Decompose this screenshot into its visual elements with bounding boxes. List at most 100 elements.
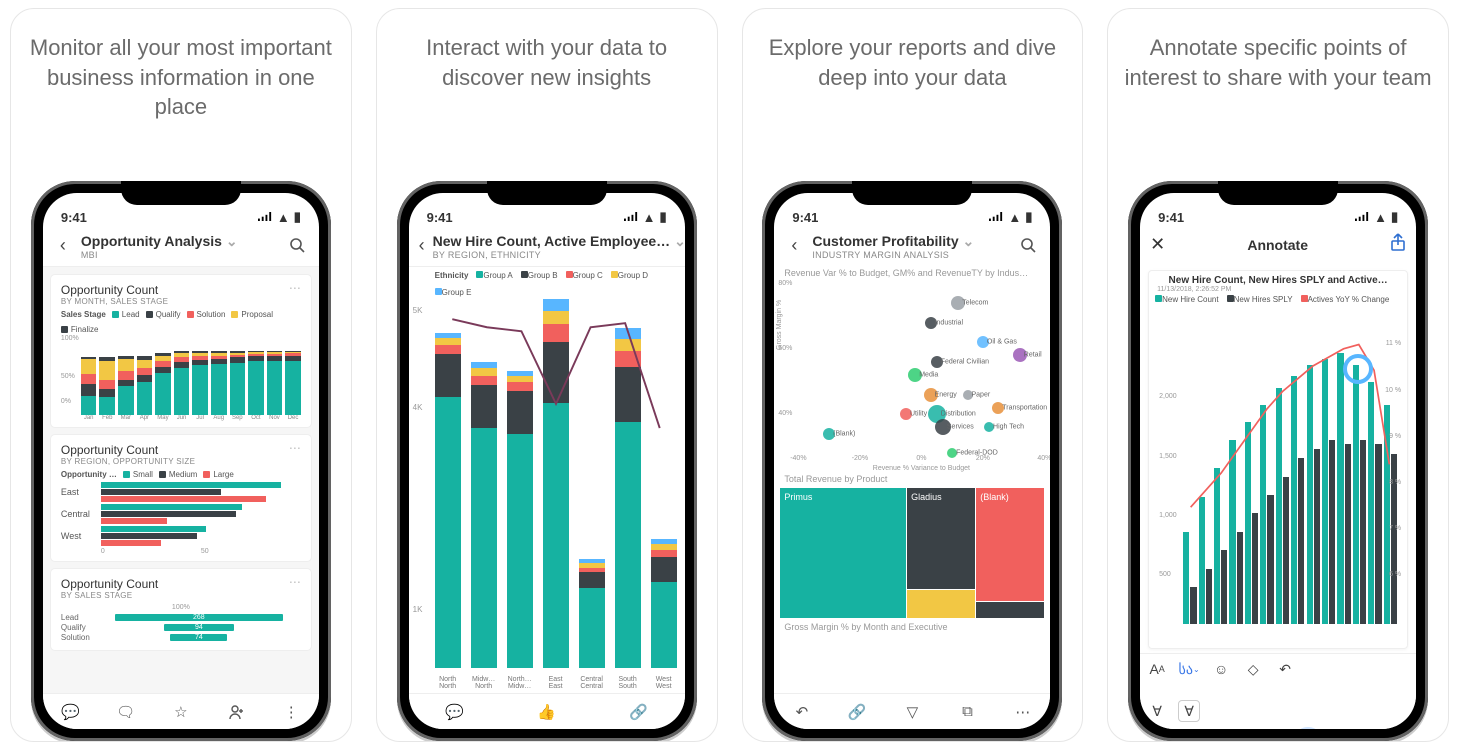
close-icon[interactable]: ✕ <box>1150 234 1165 255</box>
phone-mockup: 9:41 ▲▮ ‹ New Hire Count, Active Employe… <box>397 181 697 741</box>
status-time: 9:41 <box>427 210 453 225</box>
screenshot-panel: Interact with your data to discover new … <box>376 8 718 742</box>
link-icon[interactable]: 🔗 <box>629 702 649 722</box>
insights-icon[interactable]: 👍 <box>537 702 557 722</box>
funnel-100-label: 100% <box>61 604 301 611</box>
wifi-icon: ▲ <box>1008 210 1021 225</box>
bottom-nav: 💬 👍 🔗 <box>409 693 685 729</box>
more-icon[interactable]: ⋯ <box>1013 702 1033 722</box>
chart-legend: EthnicityGroup AGroup BGroup CGroup DGro… <box>435 271 677 299</box>
line-overlay <box>435 299 677 541</box>
status-time: 9:41 <box>61 210 87 225</box>
chart-title: Total Revenue by Product <box>774 472 1050 486</box>
battery-icon: ▮ <box>659 209 666 225</box>
share-icon[interactable] <box>1390 233 1406 256</box>
signal-icon <box>1355 212 1370 222</box>
search-icon[interactable] <box>1018 235 1038 255</box>
annotation-circle[interactable] <box>1343 354 1373 384</box>
undo-tool-icon[interactable]: ↶ <box>1274 658 1296 680</box>
wifi-icon: ▲ <box>1374 210 1387 225</box>
chart-card-stacked-columns[interactable]: ⋯ Opportunity Count BY MONTH, SALES STAG… <box>51 275 311 427</box>
back-icon[interactable]: ‹ <box>784 235 804 255</box>
report-header: ‹ Opportunity Analysis ⌄ MBI <box>43 227 319 267</box>
battery-icon: ▮ <box>1391 209 1398 225</box>
screenshot-panel: Explore your reports and dive deep into … <box>742 8 1084 742</box>
screenshot-panel: Monitor all your most important business… <box>10 8 352 742</box>
stacked-column-chart: 100% 50% 0% <box>61 337 301 415</box>
invite-icon[interactable] <box>226 702 246 722</box>
bottom-nav: 💬 🗨 ☆ ⋮ <box>43 693 319 729</box>
chart-card-funnel[interactable]: ⋯ Opportunity Count BY SALES STAGE 100% … <box>51 569 311 650</box>
emoji-tool-icon[interactable]: ☺ <box>1210 658 1232 680</box>
status-icons: ▲ ▮ <box>258 209 301 225</box>
caption: Interact with your data to discover new … <box>391 33 703 143</box>
treemap-chart[interactable]: PrimusGladius(Blank) <box>780 488 1044 618</box>
chart-title: Revenue Var % to Budget, GM% and Revenue… <box>774 266 1050 280</box>
undo-icon[interactable]: ↶ <box>792 702 812 722</box>
card-subtitle: BY MONTH, SALES STAGE <box>61 297 301 306</box>
card-subtitle: BY REGION, OPPORTUNITY SIZE <box>61 457 301 466</box>
report-header: ‹ New Hire Count, Active Employee… ⌄ BY … <box>409 227 685 267</box>
stamp-down-tool-icon[interactable]: ∀ <box>1146 700 1168 722</box>
report-header: ‹ Customer Profitability ⌄ INDUSTRY MARG… <box>774 227 1050 266</box>
chart-legend: New Hire CountNew Hires SPLYActives YoY … <box>1149 293 1407 308</box>
chart-card-grouped-hbar[interactable]: ⋯ Opportunity Count BY REGION, OPPORTUNI… <box>51 435 311 561</box>
card-more-icon[interactable]: ⋯ <box>289 281 303 295</box>
annotated-combo-chart[interactable]: 2,000 1,500 1,000 500 11 % 10 % 9 % 8 % … <box>1155 314 1401 644</box>
signal-icon <box>989 212 1004 222</box>
back-icon[interactable]: ‹ <box>53 235 73 255</box>
comment-icon[interactable]: 💬 <box>445 702 465 722</box>
funnel-chart: Lead268Qualify94Solution74 <box>61 613 301 643</box>
chart-title: New Hire Count, New Hires SPLY and Activ… <box>1149 271 1407 286</box>
card-subtitle: BY SALES STAGE <box>61 591 301 600</box>
report-subtitle: BY REGION, ETHNICITY <box>433 250 685 260</box>
annotate-toolbar: AA სა⌄ ☺ ◇ ↶ ∀ ∀ <box>1140 653 1416 726</box>
scatter-chart[interactable]: Gross Margin % Revenue % Variance to Bud… <box>798 280 1044 460</box>
color-palette <box>1140 726 1416 729</box>
status-time: 9:41 <box>1158 210 1184 225</box>
annotate-header: ✕ Annotate <box>1140 227 1416 262</box>
report-title: Customer Profitability <box>812 233 958 249</box>
chart-legend: Opportunity …SmallMediumLarge <box>61 470 301 479</box>
card-title: Opportunity Count <box>61 577 301 591</box>
report-title: New Hire Count, Active Employee… <box>433 233 671 249</box>
card-more-icon[interactable]: ⋯ <box>289 575 303 589</box>
search-icon[interactable] <box>287 235 307 255</box>
favorite-icon[interactable]: ☆ <box>171 702 191 722</box>
eraser-tool-icon[interactable]: ◇ <box>1242 658 1264 680</box>
status-time: 9:41 <box>792 210 818 225</box>
screenshot-panel: Annotate specific points of interest to … <box>1107 8 1449 742</box>
battery-icon: ▮ <box>1025 209 1032 225</box>
signal-icon <box>624 212 639 222</box>
chart-timestamp: 11/13/2018, 2:26:52 PM <box>1149 286 1407 293</box>
wifi-icon: ▲ <box>643 210 656 225</box>
copy-icon[interactable]: ⧉ <box>958 702 978 722</box>
bottom-nav: ↶ 🔗 ▽ ⧉ ⋯ <box>774 693 1050 729</box>
more-icon[interactable]: ⋮ <box>281 702 301 722</box>
caption: Explore your reports and dive deep into … <box>757 33 1069 143</box>
back-icon[interactable]: ‹ <box>419 235 425 255</box>
draw-tool-icon[interactable]: სა⌄ <box>1178 658 1200 680</box>
card-title: Opportunity Count <box>61 443 301 457</box>
battery-icon: ▮ <box>294 209 301 225</box>
caption: Monitor all your most important business… <box>25 33 337 143</box>
report-title: Opportunity Analysis <box>81 233 222 249</box>
phone-mockup: 9:41 ▲ ▮ ‹ Opportunity Analysis ⌄ MBI <box>31 181 331 741</box>
card-more-icon[interactable]: ⋯ <box>289 441 303 455</box>
combo-chart[interactable]: 5K 4K 1K <box>435 299 677 672</box>
stamp-up-tool-icon[interactable]: ∀ <box>1178 700 1200 722</box>
chart-legend: Sales StageLeadQualifySolutionProposalFi… <box>61 310 301 334</box>
comment-icon[interactable]: 💬 <box>60 702 80 722</box>
grouped-hbar-chart: EastCentralWest <box>61 482 301 546</box>
phone-mockup: 9:41 ▲ ▮ ‹ Customer Profitability ⌄ INDUST… <box>762 181 1062 741</box>
card-title: Opportunity Count <box>61 283 301 297</box>
signal-icon <box>258 212 273 222</box>
filter-icon[interactable]: ▽ <box>902 702 922 722</box>
phone-mockup: 9:41 ▲ ▮ ✕ Annotate New Hire Count, New Hi… <box>1128 181 1428 741</box>
wifi-icon: ▲ <box>277 210 290 225</box>
conversations-icon[interactable]: 🗨 <box>116 702 136 722</box>
caption: Annotate specific points of interest to … <box>1122 33 1434 143</box>
chart-title: Gross Margin % by Month and Executive <box>774 620 1050 634</box>
text-tool-icon[interactable]: AA <box>1146 658 1168 680</box>
link-icon[interactable]: 🔗 <box>847 702 867 722</box>
